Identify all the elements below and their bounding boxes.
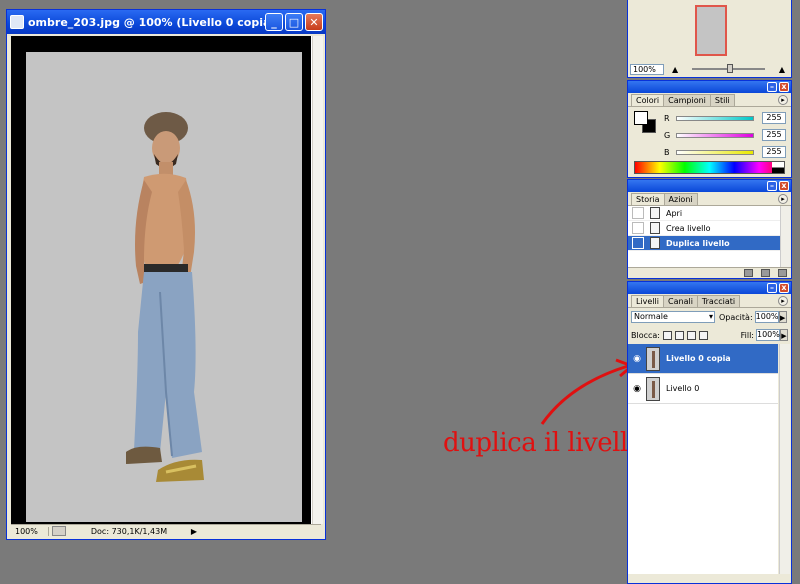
tab-colors[interactable]: Colori: [631, 94, 665, 106]
document-vertical-scrollbar[interactable]: [312, 36, 323, 524]
green-channel-row: G 255: [664, 128, 788, 142]
layers-tabs: Livelli Canali Tracciati ▸: [628, 294, 791, 308]
history-scrollbar[interactable]: [780, 206, 790, 268]
minimize-button[interactable]: _: [265, 13, 283, 31]
fill-arrow-icon[interactable]: ▶: [780, 329, 788, 341]
palette-menu-icon[interactable]: ▸: [778, 95, 788, 105]
palette-minimize-button[interactable]: –: [767, 181, 777, 191]
maximize-button[interactable]: □: [285, 13, 303, 31]
canvas-area[interactable]: [11, 36, 313, 524]
tab-channels[interactable]: Canali: [663, 295, 698, 307]
zoom-out-icon[interactable]: ▲: [672, 65, 678, 74]
layer-name: Livello 0 copia: [666, 354, 731, 363]
fill-label: Fill:: [740, 330, 754, 340]
opacity-field[interactable]: 100%: [754, 311, 779, 323]
document-window: ombre_203.jpg @ 100% (Livello 0 copia,RG…: [6, 9, 326, 540]
palette-close-button[interactable]: x: [779, 181, 789, 191]
layer-thumbnail: [646, 376, 660, 401]
close-button[interactable]: ✕: [305, 13, 323, 31]
palette-menu-icon[interactable]: ▸: [778, 296, 788, 306]
lock-transparency-icon[interactable]: [663, 330, 672, 340]
palette-menu-icon[interactable]: ▸: [778, 194, 788, 204]
navigator-zoom-bar: 100% ▲ ▲: [628, 63, 791, 75]
green-value-field[interactable]: 255: [762, 129, 786, 141]
history-item-selected[interactable]: Duplica livello: [628, 236, 780, 251]
document-size-info: Doc: 730,1K/1,43M: [90, 526, 168, 536]
visibility-eye-icon[interactable]: ◉: [631, 354, 643, 364]
new-document-icon[interactable]: [744, 269, 753, 277]
lock-all-icon[interactable]: [699, 330, 708, 340]
lock-label: Blocca:: [631, 330, 660, 340]
tab-swatches[interactable]: Campioni: [663, 94, 711, 106]
colors-tabs: Colori Campioni Stili ▸: [628, 93, 791, 107]
blue-value-field[interactable]: 255: [762, 146, 786, 158]
tab-actions[interactable]: Azioni: [663, 193, 698, 205]
fill-field[interactable]: 100%: [756, 329, 780, 341]
layer-list: ◉ Livello 0 copia ◉ Livello 0: [628, 344, 778, 574]
foreground-color-swatch[interactable]: [634, 111, 648, 125]
palette-close-button[interactable]: x: [779, 283, 789, 293]
history-step-icon: [650, 222, 660, 234]
palette-column: 100% ▲ ▲ – x Colori Campioni Stili ▸ R 25…: [627, 0, 792, 584]
document-status-bar: 100% Doc: 730,1K/1,43M ▶: [11, 524, 321, 537]
layers-palette: –x Livelli Canali Tracciati ▸ Normale Op…: [627, 281, 792, 584]
history-step-icon: [650, 207, 660, 219]
navigator-zoom-field[interactable]: 100%: [630, 63, 664, 75]
zoom-in-icon[interactable]: ▲: [779, 65, 785, 74]
red-slider[interactable]: [676, 115, 754, 121]
palette-minimize-button[interactable]: –: [767, 283, 777, 293]
blue-slider[interactable]: [676, 149, 754, 155]
history-step-icon: [650, 237, 660, 249]
annotation-arrow-icon: [540, 358, 635, 425]
red-channel-row: R 255: [664, 111, 788, 125]
opacity-arrow-icon[interactable]: ▶: [778, 311, 787, 323]
document-title-bar[interactable]: ombre_203.jpg @ 100% (Livello 0 copia,RG…: [7, 10, 325, 34]
tab-history[interactable]: Storia: [631, 193, 665, 205]
navigator-palette: 100% ▲ ▲: [627, 0, 792, 78]
history-tabs: Storia Azioni ▸: [628, 192, 791, 206]
lock-position-icon[interactable]: [687, 330, 696, 340]
layer-name: Livello 0: [666, 384, 700, 393]
navigator-view-box[interactable]: [695, 5, 727, 56]
history-list: Apri Crea livello Duplica livello: [628, 206, 780, 268]
layer-row[interactable]: ◉ Livello 0: [628, 374, 778, 404]
colors-palette: – x Colori Campioni Stili ▸ R 255 G 255 B…: [627, 80, 792, 178]
navigator-preview[interactable]: [628, 0, 791, 63]
navigator-zoom-slider[interactable]: [692, 64, 765, 73]
green-slider[interactable]: [676, 132, 754, 138]
trash-icon[interactable]: [778, 269, 787, 277]
history-item[interactable]: Apri: [628, 206, 780, 221]
tab-layers[interactable]: Livelli: [631, 295, 665, 307]
blue-channel-row: B 255: [664, 145, 788, 159]
layer-thumbnail: [646, 346, 660, 371]
photoshop-document-icon: [10, 15, 24, 29]
history-item[interactable]: Crea livello: [628, 221, 780, 236]
blend-mode-select[interactable]: Normale: [631, 311, 715, 323]
layer-row-selected[interactable]: ◉ Livello 0 copia: [628, 344, 778, 374]
tab-paths[interactable]: Tracciati: [696, 295, 741, 307]
zoom-level[interactable]: 100%: [11, 526, 49, 536]
document-image[interactable]: [26, 52, 302, 522]
red-value-field[interactable]: 255: [762, 112, 786, 124]
tab-styles[interactable]: Stili: [709, 94, 735, 106]
man-figure-image: [126, 112, 204, 482]
color-spectrum-ramp[interactable]: [634, 161, 785, 174]
status-menu-arrow-icon[interactable]: ▶: [189, 527, 199, 536]
new-snapshot-icon[interactable]: [761, 269, 770, 277]
palette-close-button[interactable]: x: [779, 82, 789, 92]
annotation-text: duplica il livello: [443, 428, 643, 458]
lock-image-icon[interactable]: [675, 330, 684, 340]
navigate-icon[interactable]: [52, 526, 66, 536]
layers-scrollbar[interactable]: [779, 344, 790, 574]
history-palette: – x Storia Azioni ▸ Apri Crea livello Dup…: [627, 179, 792, 279]
history-footer: [628, 267, 791, 278]
palette-minimize-button[interactable]: –: [767, 82, 777, 92]
document-title: ombre_203.jpg @ 100% (Livello 0 copia,RG…: [28, 15, 265, 29]
visibility-eye-icon[interactable]: ◉: [631, 384, 643, 394]
opacity-label: Opacità:: [719, 312, 753, 322]
